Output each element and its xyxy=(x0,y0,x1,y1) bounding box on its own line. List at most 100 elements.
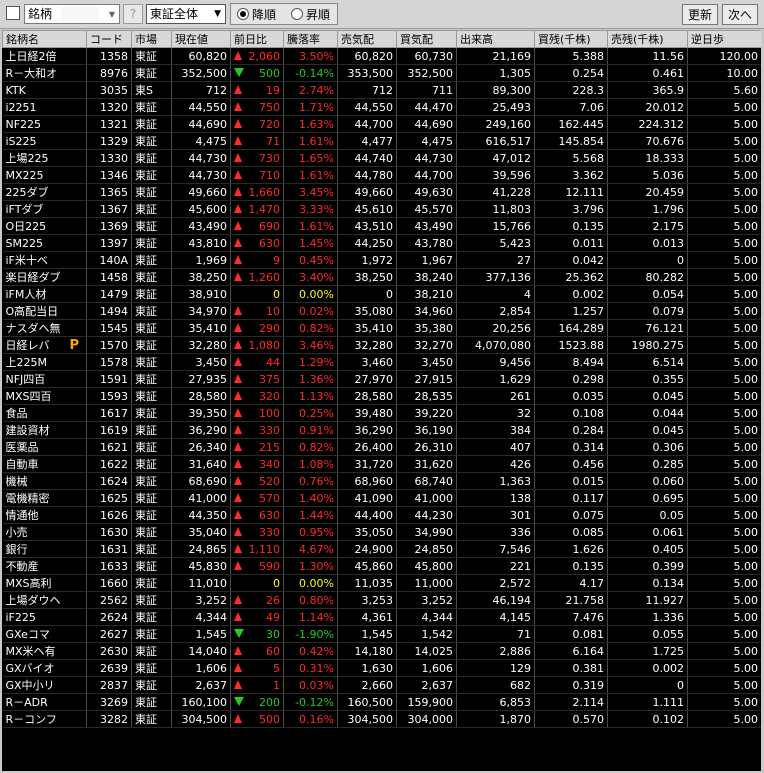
cell-bid: 31,620 xyxy=(396,455,457,473)
table-row[interactable]: iF米十ベ 140A 東証 1,969 9 0.45% 1,972 1,967 27 0.042 0… xyxy=(2,251,761,269)
cell-ask: 43,510 xyxy=(337,217,397,235)
cell-rate: 1.08% xyxy=(283,455,338,473)
table-row[interactable]: R－ADR 3269 東証 160,100 200 -0.12% 160,500 159,90… xyxy=(2,693,761,711)
cell-sell-balance-value: 0.061 xyxy=(652,525,685,539)
table-row[interactable]: iFM人材 1479 東証 38,910 0 0.00% 0 38,210 4 0.002 0.05… xyxy=(2,285,761,303)
column-header-ask[interactable]: 売気配 xyxy=(337,30,397,48)
cell-change: 340 xyxy=(230,455,284,473)
table-row[interactable]: 小売 1630 東証 35,040 330 0.95% 35,050 34,990 336 0.0… xyxy=(2,523,761,541)
table-row[interactable]: 建設資材 1619 東証 36,290 330 0.91% 36,290 36,190 384 0… xyxy=(2,421,761,439)
cell-volume: 249,160 xyxy=(456,115,535,133)
table-row[interactable]: ナスダヘ無 1545 東証 35,410 290 0.82% 35,410 35,380 20,… xyxy=(2,319,761,337)
table-row[interactable]: GXeコマ 2627 東証 1,545 30 -1.90% 1,545 1,542 71 0.08… xyxy=(2,625,761,643)
cell-buy-balance-value: 0.117 xyxy=(572,491,605,505)
table-row[interactable]: O高配当日 1494 東証 34,970 10 0.02% 35,080 34,960 2,85… xyxy=(2,302,761,320)
table-row[interactable]: GX中小リ 2837 東証 2,637 1 0.03% 2,660 2,637 682 0.319… xyxy=(2,676,761,694)
table-row[interactable]: MXS四百 1593 東証 28,580 320 1.13% 28,580 28,535 261… xyxy=(2,387,761,405)
cell-market-value: 東証 xyxy=(135,135,157,148)
table-row[interactable]: MX米ヘ有 2630 東証 14,040 60 0.42% 14,180 14,025 2,88… xyxy=(2,642,761,660)
table-row[interactable]: iF225 2624 東証 4,344 49 1.14% 4,361 4,344 4,145 7.… xyxy=(2,608,761,626)
table-row[interactable]: 銀行 1631 東証 24,865 1,110 4.67% 24,900 24,850 7,54… xyxy=(2,540,761,558)
column-header-change[interactable]: 前日比 xyxy=(230,30,284,48)
column-header-rate[interactable]: 騰落率 xyxy=(283,30,338,48)
cell-change: 1,080 xyxy=(230,336,284,354)
table-row[interactable]: 日経レバ P 1570 東証 32,280 1,080 3.46% 32,280 32,270 4… xyxy=(2,336,761,354)
cell-volume-value: 39,596 xyxy=(492,168,532,182)
cell-code-value: 1320 xyxy=(100,100,128,114)
arrow-up-icon xyxy=(234,391,242,400)
table-row[interactable]: iS225 1329 東証 4,475 71 1.61% 4,477 4,475 616,517… xyxy=(2,132,761,150)
cell-market: 東証 xyxy=(131,132,172,150)
table-row[interactable]: i2251 1320 東証 44,550 750 1.71% 44,550 44,470 25,… xyxy=(2,98,761,116)
radio-empty-icon xyxy=(291,8,303,20)
cell-change: 1 xyxy=(230,676,284,694)
table-row[interactable]: R－コンフ 3282 東証 304,500 500 0.16% 304,500 304,000… xyxy=(2,710,761,728)
cell-reverse: 5.00 xyxy=(687,625,761,643)
column-header-market[interactable]: 市場 xyxy=(131,30,172,48)
refresh-button[interactable]: 更新 xyxy=(682,4,718,25)
cell-market: 東証 xyxy=(131,557,172,575)
table-row[interactable]: MXS高利 1660 東証 11,010 0 0.00% 11,035 11,000 2,572… xyxy=(2,574,761,592)
table-row[interactable]: iFTダブ 1367 東証 45,600 1,470 3.33% 45,610 45,570 1… xyxy=(2,200,761,218)
table-row[interactable]: KTK 3035 東S 712 19 2.74% 712 711 89,300 228.3 365.… xyxy=(2,81,761,99)
chevron-down-icon[interactable]: ▼ xyxy=(109,11,115,19)
chevron-down-icon[interactable]: ▼ xyxy=(214,10,221,19)
name-search-input[interactable] xyxy=(61,7,99,21)
column-header-bid[interactable]: 買気配 xyxy=(396,30,457,48)
name-search-combo[interactable]: 銘柄 ▼ xyxy=(24,4,120,24)
table-row[interactable]: MX225 1346 東証 44,730 710 1.61% 44,780 44,700 39,… xyxy=(2,166,761,184)
cell-volume-value: 89,300 xyxy=(492,83,532,97)
cell-ask-value: 35,050 xyxy=(354,525,394,539)
table-row[interactable]: 上場ダウヘ 2562 東証 3,252 26 0.80% 3,253 3,252 46,194 2… xyxy=(2,591,761,609)
cell-name: MX225 xyxy=(2,166,87,184)
cell-reverse: 5.00 xyxy=(687,268,761,286)
column-header-sell-balance[interactable]: 売残(千株) xyxy=(607,30,688,48)
next-button[interactable]: 次へ xyxy=(722,4,758,25)
table-row[interactable]: GXバイオ 2639 東証 1,606 5 0.31% 1,630 1,606 129 0.381… xyxy=(2,659,761,677)
table-row[interactable]: 225ダブ 1365 東証 49,660 1,660 3.45% 49,660 49,630 4… xyxy=(2,183,761,201)
column-header-reverse[interactable]: 逆日歩 xyxy=(687,30,761,48)
cell-ask: 353,500 xyxy=(337,64,397,82)
table-row[interactable]: 食品 1617 東証 39,350 100 0.25% 39,480 39,220 32 0.10… xyxy=(2,404,761,422)
table-row[interactable]: 情通他 1626 東証 44,350 630 1.44% 44,400 44,230 301 0.… xyxy=(2,506,761,524)
column-header-volume[interactable]: 出来高 xyxy=(456,30,535,48)
cell-change-value: 520 xyxy=(259,474,280,488)
table-row[interactable]: 不動産 1633 東証 45,830 590 1.30% 45,860 45,800 221 0.… xyxy=(2,557,761,575)
column-header-price[interactable]: 現在値 xyxy=(171,30,231,48)
table-row[interactable]: NF225 1321 東証 44,690 720 1.63% 44,700 44,690 249… xyxy=(2,115,761,133)
cell-bid-value: 27,915 xyxy=(414,372,454,386)
cell-bid: 35,380 xyxy=(396,319,457,337)
table-row[interactable]: O日225 1369 東証 43,490 690 1.61% 43,510 43,490 15,… xyxy=(2,217,761,235)
help-button[interactable]: ? xyxy=(123,4,143,24)
cell-market-value: 東証 xyxy=(135,390,157,403)
table-row[interactable]: 上場225 1330 東証 44,730 730 1.65% 44,740 44,730 47,… xyxy=(2,149,761,167)
cell-code: 1631 xyxy=(86,540,132,558)
cell-bid: 352,500 xyxy=(396,64,457,82)
table-row[interactable]: R－大和オ 8976 東証 352,500 500 -0.14% 353,500 352,50… xyxy=(2,64,761,82)
cell-change: 330 xyxy=(230,421,284,439)
cell-change-value: 2,060 xyxy=(248,49,281,63)
table-row[interactable]: NFJ四百 1591 東証 27,935 375 1.36% 27,970 27,915 1,6… xyxy=(2,370,761,388)
column-header-code[interactable]: コード xyxy=(86,30,132,48)
cell-sell-balance-value: 1980.275 xyxy=(631,338,685,352)
table-row[interactable]: 上225M 1578 東証 3,450 44 1.29% 3,460 3,450 9,456 8.… xyxy=(2,353,761,371)
column-header-buy-balance[interactable]: 買残(千株) xyxy=(534,30,608,48)
sort-desc-radio[interactable]: 降順 xyxy=(237,8,276,21)
cell-rate: 0.82% xyxy=(283,319,338,337)
cell-reverse-value: 5.00 xyxy=(733,219,759,233)
cell-code: 2627 xyxy=(86,625,132,643)
select-all-checkbox[interactable] xyxy=(6,6,20,20)
table-row[interactable]: 楽日経ダブ 1458 東証 38,250 1,260 3.40% 38,250 38,240 3… xyxy=(2,268,761,286)
table-row[interactable]: 医薬品 1621 東証 26,340 215 0.82% 26,400 26,310 407 0.… xyxy=(2,438,761,456)
table-row[interactable]: SM225 1397 東証 43,810 630 1.45% 44,250 43,780 5,4… xyxy=(2,234,761,252)
cell-volume: 4,145 xyxy=(456,608,535,626)
sort-asc-radio[interactable]: 昇順 xyxy=(291,8,330,21)
table-row[interactable]: 機械 1624 東証 68,690 520 0.76% 68,960 68,740 1,363 0… xyxy=(2,472,761,490)
cell-rate-value: 1.61% xyxy=(299,168,334,182)
column-header-name[interactable]: 銘柄名 xyxy=(2,30,87,48)
table-row[interactable]: 電機精密 1625 東証 41,000 570 1.40% 41,090 41,000 138 0… xyxy=(2,489,761,507)
market-select[interactable]: 東証全体 ▼ xyxy=(146,4,226,24)
table-row[interactable]: 上日経2倍 1358 東証 60,820 2,060 3.50% 60,820 60,730 2… xyxy=(2,47,761,65)
table-row[interactable]: 自動車 1622 東証 31,640 340 1.08% 31,720 31,620 426 0.… xyxy=(2,455,761,473)
cell-ask-value: 39,480 xyxy=(354,406,394,420)
